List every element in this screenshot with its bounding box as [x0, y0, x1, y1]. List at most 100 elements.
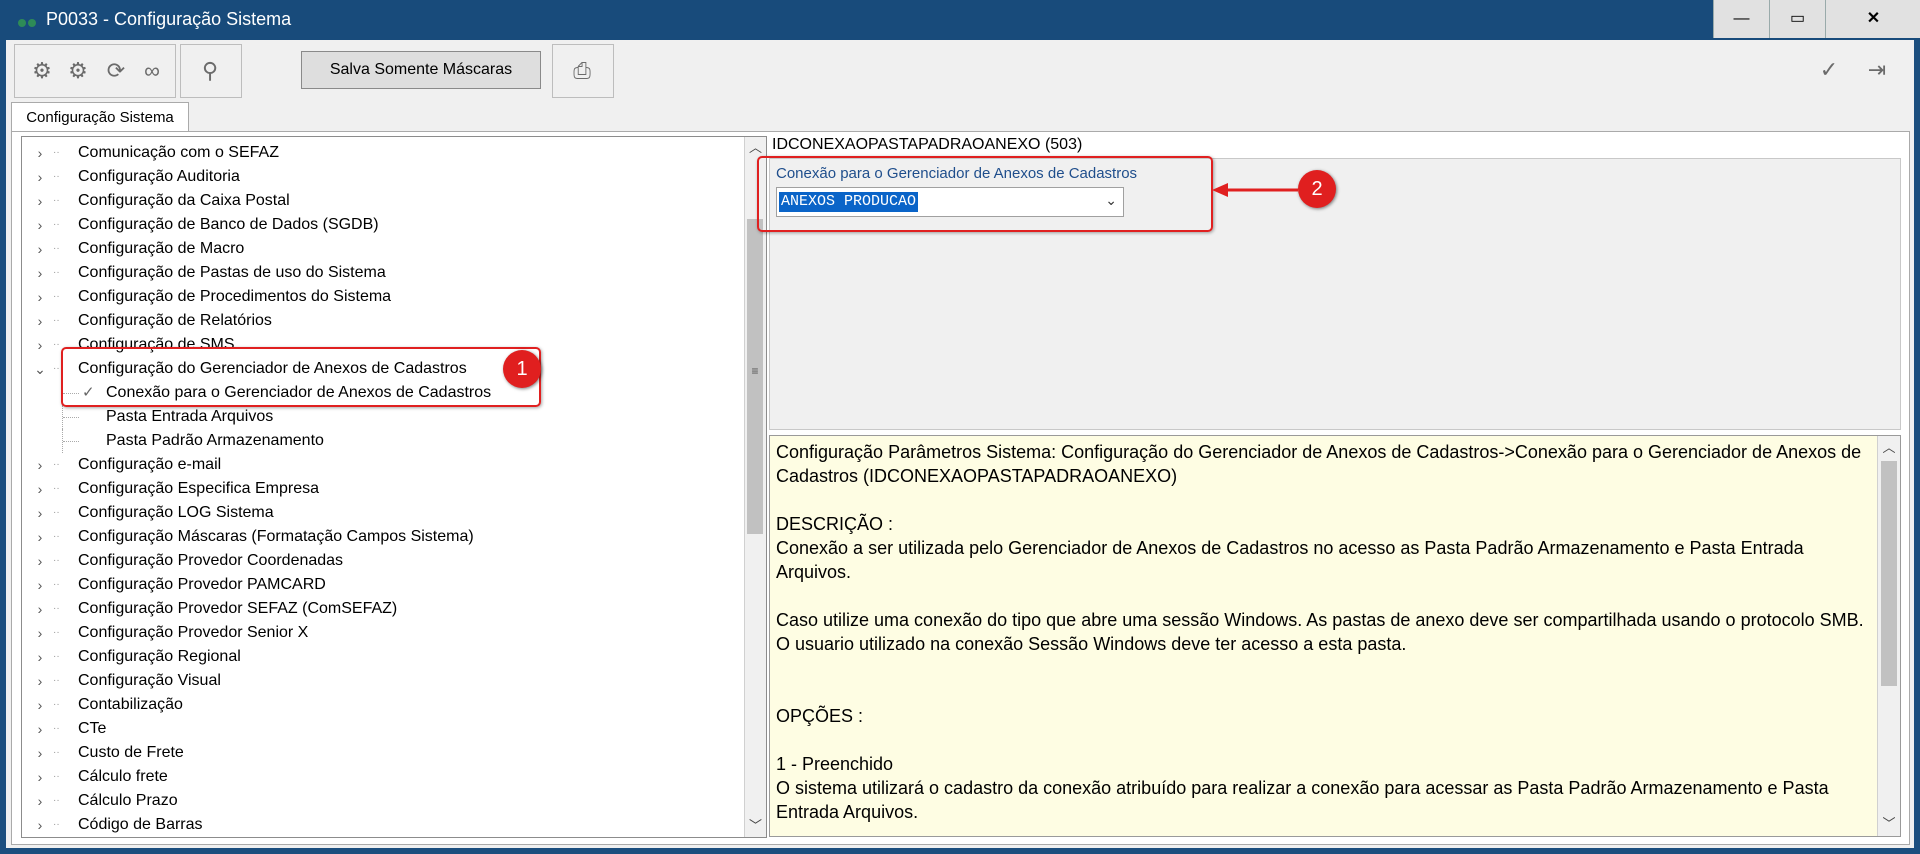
- close-button[interactable]: ✕: [1825, 0, 1920, 38]
- tree-item-label: Custo de Frete: [78, 744, 184, 761]
- tree-item[interactable]: › ·· Configuração Auditoria: [22, 165, 722, 189]
- tree-item[interactable]: › ·· Configuração Visual: [22, 669, 722, 693]
- exit-icon[interactable]: ⇥: [1862, 57, 1892, 83]
- tree-item[interactable]: › ·· Configuração Provedor SEFAZ (ComSEFAZ…: [22, 597, 722, 621]
- tree-connector: ··: [53, 243, 60, 254]
- tree-connector: ··: [53, 627, 60, 638]
- chevron-down-icon[interactable]: ⌄: [33, 357, 47, 381]
- chevron-right-icon[interactable]: ›: [33, 333, 47, 357]
- tree-item[interactable]: › ·· Configuração e-mail: [22, 453, 722, 477]
- scroll-down-icon[interactable]: ﹀: [1878, 812, 1900, 836]
- annotation-badge-2: 2: [1298, 170, 1336, 208]
- tree-item-label: Configuração Visual: [78, 672, 221, 689]
- chevron-right-icon[interactable]: ›: [33, 165, 47, 189]
- tree-item[interactable]: › ·· Comunicação com o SEFAZ: [22, 141, 722, 165]
- tree-item[interactable]: › ·· Configuração Máscaras (Formatação Cam…: [22, 525, 722, 549]
- binoculars-icon[interactable]: ∞: [137, 58, 167, 84]
- tree-connector: ··: [53, 171, 60, 182]
- tree-item[interactable]: › ·· Configuração da Caixa Postal: [22, 189, 722, 213]
- tree-connector: ··: [53, 699, 60, 710]
- tree-connector: ··: [53, 363, 60, 374]
- tree-item-label: Configuração Provedor Senior X: [78, 624, 309, 641]
- tree-connector: [63, 441, 79, 442]
- tree-item[interactable]: › ·· Configuração Provedor Senior X: [22, 621, 722, 645]
- tree-item[interactable]: Pasta Entrada Arquivos: [22, 405, 722, 429]
- description-scrollbar[interactable]: ︿ ﹀: [1877, 436, 1900, 836]
- maximize-button[interactable]: ▭: [1769, 0, 1825, 38]
- highlight-box-1: [61, 347, 541, 407]
- tree-item[interactable]: › ·· Contabilização: [22, 693, 722, 717]
- tree-item-label: Configuração de Procedimentos do Sistema: [78, 288, 392, 305]
- chevron-right-icon[interactable]: ›: [33, 309, 47, 333]
- tree-connector: ··: [53, 483, 60, 494]
- tree-item-label: Configuração Provedor SEFAZ (ComSEFAZ): [78, 600, 398, 617]
- chevron-right-icon[interactable]: ›: [33, 789, 47, 813]
- scroll-up-icon[interactable]: ︿: [1878, 436, 1900, 460]
- tree-connector: ··: [53, 771, 60, 782]
- tree-item-label: Configuração de Banco de Dados (SGDB): [78, 216, 379, 233]
- chevron-right-icon[interactable]: ›: [33, 213, 47, 237]
- minimize-button[interactable]: —: [1713, 0, 1769, 38]
- chevron-right-icon[interactable]: ›: [33, 741, 47, 765]
- tree-item[interactable]: › ·· CTe: [22, 717, 722, 741]
- chevron-right-icon[interactable]: ›: [33, 765, 47, 789]
- chevron-right-icon[interactable]: ›: [33, 669, 47, 693]
- tree-item-label: Configuração Provedor PAMCARD: [78, 576, 326, 593]
- tree-item[interactable]: › ·· Custo de Frete: [22, 741, 722, 765]
- tree-item[interactable]: › ·· Configuração LOG Sistema: [22, 501, 722, 525]
- gear-config-icon[interactable]: ⚙: [27, 58, 57, 84]
- chevron-right-icon[interactable]: ›: [33, 573, 47, 597]
- tree-item[interactable]: › ·· Cálculo frete: [22, 765, 722, 789]
- chevron-right-icon[interactable]: ›: [33, 693, 47, 717]
- chevron-right-icon[interactable]: ›: [33, 549, 47, 573]
- tree-item[interactable]: › ·· Configuração Provedor Coordenadas: [22, 549, 722, 573]
- chevron-right-icon[interactable]: ›: [33, 189, 47, 213]
- tree-item[interactable]: › ·· Configuração de Banco de Dados (SGDB): [22, 213, 722, 237]
- chevron-right-icon[interactable]: ›: [33, 597, 47, 621]
- tree-scroll-thumb[interactable]: ≡: [747, 219, 763, 534]
- tree-item[interactable]: › ·· Configuração Especifica Empresa: [22, 477, 722, 501]
- print-icon[interactable]: ⎙: [567, 58, 597, 84]
- tree-scrollbar[interactable]: ︿ ≡ ﹀: [744, 137, 766, 837]
- filter-icon[interactable]: ⚲: [195, 58, 225, 84]
- save-masks-button[interactable]: Salva Somente Máscaras: [301, 51, 541, 89]
- chevron-right-icon[interactable]: ›: [33, 285, 47, 309]
- tree-connector: ··: [53, 219, 60, 230]
- tree-item[interactable]: › ·· Configuração de Macro: [22, 237, 722, 261]
- tree-item[interactable]: Pasta Padrão Armazenamento: [22, 429, 722, 453]
- tree-item-label: Código de Barras: [78, 816, 203, 833]
- tree-item[interactable]: › ·· Configuração Provedor PAMCARD: [22, 573, 722, 597]
- refresh-icon[interactable]: ⟳: [101, 58, 131, 84]
- tree-item[interactable]: › ·· Configuração de Relatórios: [22, 309, 722, 333]
- chevron-right-icon[interactable]: ›: [33, 525, 47, 549]
- tree-item-label: Configuração Provedor Coordenadas: [78, 552, 344, 569]
- chevron-right-icon[interactable]: ›: [33, 237, 47, 261]
- chevron-right-icon[interactable]: ›: [33, 453, 47, 477]
- description-scroll-thumb[interactable]: [1881, 461, 1897, 686]
- tree-item[interactable]: › ·· Código de Barras: [22, 813, 722, 837]
- toolbar-group-main: ⚙ ⚙ ⟳ ∞: [14, 44, 176, 98]
- chevron-right-icon[interactable]: ›: [33, 621, 47, 645]
- tab-content: › ·· Comunicação com o SEFAZ › ·· Configuraçã…: [11, 131, 1910, 845]
- chevron-right-icon[interactable]: ›: [33, 501, 47, 525]
- annotation-arrow: [1212, 183, 1298, 197]
- chevron-right-icon[interactable]: ›: [33, 141, 47, 165]
- gear-config-2-icon[interactable]: ⚙: [63, 58, 93, 84]
- tree-item[interactable]: › ·· Configuração de Procedimentos do Sist…: [22, 285, 722, 309]
- tree-connector: [63, 417, 79, 418]
- chevron-right-icon[interactable]: ›: [33, 645, 47, 669]
- chevron-right-icon[interactable]: ›: [33, 717, 47, 741]
- chevron-right-icon[interactable]: ›: [33, 261, 47, 285]
- tree-item[interactable]: › ·· Cálculo Prazo: [22, 789, 722, 813]
- tree-item-label: Configuração de Relatórios: [78, 312, 272, 329]
- confirm-icon[interactable]: ✓: [1814, 57, 1844, 83]
- tab-configuracao-sistema[interactable]: Configuração Sistema: [11, 102, 189, 133]
- chevron-right-icon[interactable]: ›: [33, 477, 47, 501]
- title-bar: P0033 - Configuração Sistema — ▭ ✕: [0, 0, 1920, 40]
- toolbar-group-filter: ⚲: [180, 44, 242, 98]
- tree-item[interactable]: › ·· Configuração Regional: [22, 645, 722, 669]
- chevron-right-icon[interactable]: ›: [33, 813, 47, 837]
- tree-item[interactable]: › ·· Configuração de Pastas de uso do Sist…: [22, 261, 722, 285]
- description-panel: Configuração Parâmetros Sistema: Configu…: [769, 435, 1901, 837]
- scroll-down-icon[interactable]: ﹀: [745, 815, 766, 837]
